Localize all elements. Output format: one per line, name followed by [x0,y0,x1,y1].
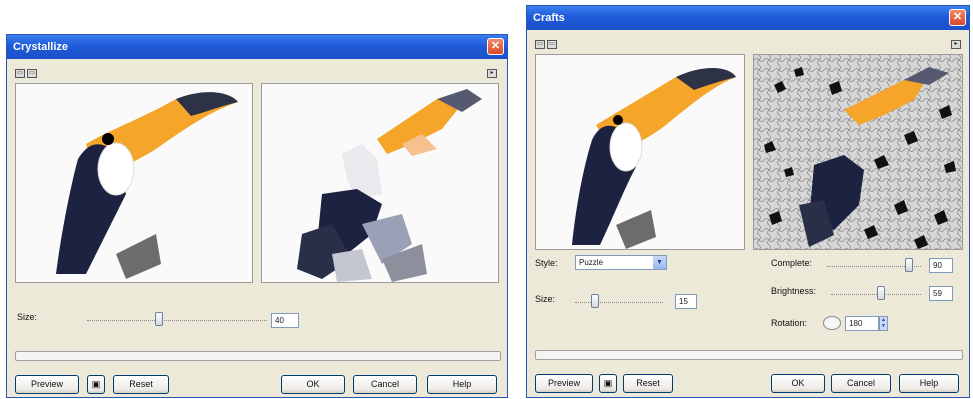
dual-view-icon[interactable]: ▭ [547,40,557,49]
brightness-slider-thumb[interactable] [877,286,885,300]
cancel-button[interactable]: Cancel [831,374,891,393]
expand-arrow-icon[interactable]: ▸ [951,40,961,49]
toucan-puzzle-image [754,55,962,249]
complete-label: Complete: [771,258,813,268]
puzzle-preview-pane[interactable] [753,54,963,250]
chevron-down-icon[interactable]: ▼ [653,256,666,269]
crafts-dialog: Crafts ✕ ▭ ▭ ▸ Style: Puzzle ▼ Size: 15 … [526,5,970,398]
preview-button[interactable]: Preview [15,375,79,394]
lock-preview-icon[interactable]: ▣ [87,375,105,394]
reset-button[interactable]: Reset [113,375,169,394]
crystallized-preview-pane[interactable] [261,83,499,283]
cancel-button[interactable]: Cancel [353,375,417,394]
dual-view-icon[interactable]: ▭ [27,69,37,78]
style-label: Style: [535,258,558,268]
brightness-label: Brightness: [771,286,817,296]
size-field[interactable]: 40 [271,313,299,328]
progress-bar [535,350,963,360]
crystallize-dialog: Crystallize ✕ ▭ ▭ ▸ Size: 40 Preview ▣ R… [6,34,508,398]
rotation-label: Rotation: [771,318,808,328]
toucan-original-image [56,92,238,279]
progress-bar [15,351,501,361]
size-label: Size: [535,294,556,304]
size-slider-track[interactable] [575,302,663,303]
brightness-slider-track[interactable] [831,294,921,295]
rotation-dial-icon[interactable] [823,316,841,330]
complete-slider-thumb[interactable] [905,258,913,272]
close-icon[interactable]: ✕ [487,38,504,55]
ok-button[interactable]: OK [281,375,345,394]
size-field[interactable]: 15 [675,294,697,309]
size-slider-thumb[interactable] [155,312,163,326]
spin-arrows-icon[interactable]: ▲ ▼ [879,316,888,331]
preview-button[interactable]: Preview [535,374,593,393]
rotation-value: 180 [849,319,863,328]
original-preview-pane[interactable] [535,54,745,250]
crafts-titlebar[interactable]: Crafts ✕ [527,6,969,30]
reset-button[interactable]: Reset [623,374,673,393]
toucan-original-image [572,68,736,249]
original-preview-pane[interactable] [15,83,253,283]
split-view-icon[interactable]: ▭ [15,69,25,78]
help-button[interactable]: Help [899,374,959,393]
size-label: Size: [17,312,38,322]
close-icon[interactable]: ✕ [949,9,966,26]
ok-button[interactable]: OK [771,374,825,393]
split-view-icon[interactable]: ▭ [535,40,545,49]
expand-arrow-icon[interactable]: ▸ [487,69,497,78]
crystallize-titlebar[interactable]: Crystallize ✕ [7,35,507,59]
help-button[interactable]: Help [427,375,497,394]
size-slider-thumb[interactable] [591,294,599,308]
lock-preview-icon[interactable]: ▣ [599,374,617,393]
style-dropdown-value: Puzzle [579,258,604,267]
toucan-crystallized-image [297,89,482,282]
complete-field[interactable]: 90 [929,258,953,273]
size-slider-track[interactable] [87,320,267,321]
rotation-field[interactable]: 180 [845,316,879,331]
crystallize-title: Crystallize [13,41,69,53]
brightness-field[interactable]: 59 [929,286,953,301]
style-dropdown[interactable]: Puzzle ▼ [575,255,667,270]
crafts-title: Crafts [533,12,565,24]
